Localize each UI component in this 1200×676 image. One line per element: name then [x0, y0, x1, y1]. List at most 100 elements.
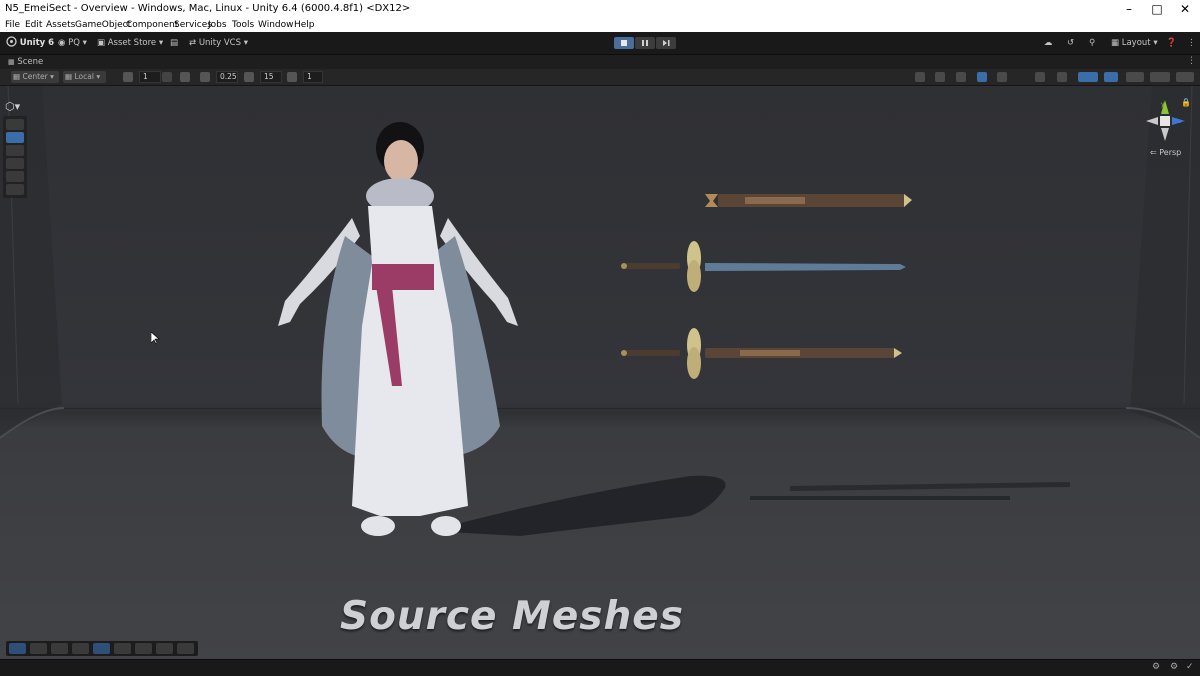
menu-file[interactable]: File	[5, 19, 20, 32]
vcs-label: Unity VCS	[198, 38, 242, 48]
account-dropdown[interactable]: ◉ PQ ▾	[58, 36, 87, 50]
help-icon[interactable]: ❓	[1166, 36, 1177, 50]
window-title: N5_EmeiSect - Overview - Windows, Mac, L…	[5, 3, 411, 14]
overlay-snap-icon[interactable]	[51, 643, 68, 654]
audio-toggle-icon[interactable]	[1035, 72, 1045, 82]
step-button[interactable]	[656, 37, 676, 49]
shaded-mode-icon[interactable]	[935, 72, 945, 82]
effects-toggle-icon[interactable]	[1057, 72, 1067, 82]
vcs-icon: ⇄	[189, 38, 197, 48]
orientation-icon[interactable]	[915, 72, 925, 82]
chevron-down-icon: ▾	[243, 38, 248, 48]
render-2d-icon[interactable]	[977, 72, 987, 82]
menu-window[interactable]: Window	[258, 19, 294, 32]
lock-icon[interactable]: 🔒	[1181, 98, 1191, 107]
visibility-toggle-icon[interactable]	[1104, 72, 1118, 82]
neg-y-axis-cone	[1161, 128, 1169, 141]
space-local-dropdown[interactable]: ▦ Local ▾	[63, 71, 106, 83]
more-menu-icon[interactable]: ⋮	[1187, 36, 1196, 50]
scene-visibility-dropdown-icon[interactable]	[1126, 72, 1144, 82]
settings-icon[interactable]: ⚙	[1170, 662, 1178, 672]
snap-rotate-field[interactable]: 15	[260, 71, 282, 83]
history-icon[interactable]: ↺	[1067, 36, 1074, 50]
lighting-toggle-icon[interactable]	[997, 72, 1007, 82]
grid-visibility-icon[interactable]	[123, 72, 133, 82]
overlay-camera-icon[interactable]	[177, 643, 194, 654]
overlay-probe-icon[interactable]	[72, 643, 89, 654]
scene-toolbar: ▦ Center ▾ ▦ Local ▾ 1 0.25 15 1	[0, 69, 1200, 86]
menu-services[interactable]: Services	[174, 19, 212, 32]
source-meshes-caption: Source Meshes	[340, 594, 684, 639]
menu-jobs[interactable]: Jobs	[208, 19, 227, 32]
overlay-navmesh-icon[interactable]	[114, 643, 131, 654]
y-axis-label: y	[1161, 101, 1165, 108]
sheathed-sword-mesh	[621, 328, 902, 379]
chevron-down-icon: ▾	[1153, 38, 1158, 48]
overlay-move-icon[interactable]	[9, 643, 26, 654]
layout-icon: ▦	[1111, 38, 1120, 48]
layout-dropdown[interactable]: ▦ Layout ▾	[1111, 36, 1158, 50]
projection-label[interactable]: ⇐ Persp	[1150, 148, 1181, 157]
pivot-center-dropdown[interactable]: ▦ Center ▾	[11, 71, 59, 83]
projection-icon: ⇐	[1150, 148, 1157, 157]
snap-scale-field[interactable]: 1	[303, 71, 323, 83]
close-button[interactable]: ✕	[1168, 0, 1200, 19]
pause-button[interactable]	[635, 37, 655, 49]
vcs-dropdown[interactable]: ⇄ Unity VCS ▾	[189, 36, 248, 50]
menu-help[interactable]: Help	[294, 19, 315, 32]
chevron-down-icon: ▾	[82, 38, 87, 48]
asset-store-icon: ▣	[97, 38, 106, 48]
debug-icon[interactable]: ⚙	[1152, 662, 1160, 672]
snap-rotate-icon[interactable]	[244, 72, 254, 82]
pivot-label: Center	[22, 72, 48, 81]
account-icon: ◉	[58, 38, 66, 48]
snap-grid-icon[interactable]	[180, 72, 190, 82]
scene-tab-icon: ▦	[8, 58, 15, 66]
tab-scene[interactable]: ▦ Scene	[8, 56, 43, 68]
gizmo-center-cube	[1160, 116, 1170, 126]
account-label: PQ	[68, 38, 80, 48]
bottom-overlay-toolbar	[6, 641, 198, 656]
unity-account-button[interactable]: Unity 6	[6, 36, 54, 50]
snap-scale-icon[interactable]	[287, 72, 297, 82]
step-icon	[663, 40, 670, 46]
stop-icon	[621, 40, 627, 46]
gizmo-dropdown-icon[interactable]	[1176, 72, 1194, 82]
cloud-icon[interactable]: ☁	[1044, 36, 1053, 50]
weapon-models[interactable]	[0, 86, 1200, 659]
tab-options-icon[interactable]: ⋮	[1187, 56, 1196, 66]
package-icon[interactable]: ▤	[170, 36, 178, 50]
asset-store-label: Asset Store	[107, 38, 157, 48]
overlay-light-icon[interactable]	[93, 643, 110, 654]
menu-bar: File Edit Assets GameObject Component Se…	[0, 19, 1200, 32]
overlay-search-icon[interactable]	[135, 643, 152, 654]
progress-check-icon[interactable]: ✓	[1186, 662, 1194, 672]
pivot-icon: ▦	[13, 72, 21, 81]
grid-size-field[interactable]: 1	[139, 71, 161, 83]
camera-settings-icon[interactable]	[1150, 72, 1170, 82]
snap-move-icon[interactable]	[200, 72, 210, 82]
asset-store-dropdown[interactable]: ▣ Asset Store ▾	[97, 36, 163, 50]
grid-dropdown-icon[interactable]	[162, 72, 172, 82]
scene-tab-label: Scene	[17, 57, 44, 67]
menu-gameobject[interactable]: GameObject	[75, 19, 131, 32]
gizmos-toggle-icon[interactable]	[1078, 72, 1098, 82]
menu-assets[interactable]: Assets	[46, 19, 75, 32]
chevron-down-icon: ▾	[50, 72, 54, 81]
scene-viewport[interactable]: ⬡▾ y z 🔒 ⇐ Persp Source Meshes	[0, 86, 1200, 659]
menu-edit[interactable]: Edit	[25, 19, 42, 32]
menu-component[interactable]: Component	[126, 19, 178, 32]
projection-text: Persp	[1159, 148, 1182, 157]
mouse-cursor-icon	[151, 332, 160, 345]
space-label: Local	[74, 72, 94, 81]
overlay-grid-icon[interactable]	[30, 643, 47, 654]
draw-mode-icon[interactable]	[956, 72, 966, 82]
overlay-pivot-icon[interactable]	[156, 643, 173, 654]
unity-logo-icon	[6, 36, 17, 47]
snap-move-field[interactable]: 0.25	[216, 71, 238, 83]
z-axis-label: z	[1178, 118, 1181, 125]
search-icon[interactable]: ⚲	[1089, 36, 1095, 50]
status-bar: ⚙ ⚙ ✓	[0, 659, 1200, 676]
menu-tools[interactable]: Tools	[232, 19, 254, 32]
play-button[interactable]	[614, 37, 634, 49]
